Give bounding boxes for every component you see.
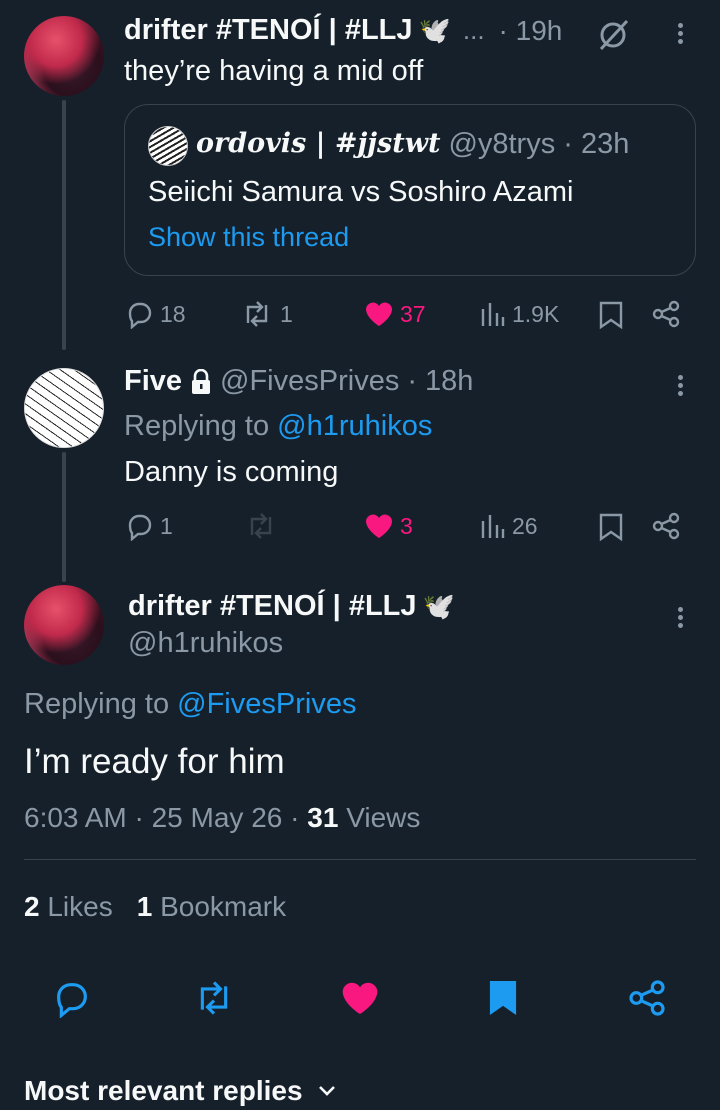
quote-display-name: ordovis | #jjstwt <box>196 128 441 159</box>
repost-icon <box>246 301 268 327</box>
views-button[interactable]: 1.9K <box>480 299 559 329</box>
likes-label: Likes <box>47 891 113 922</box>
bookmarks-stat[interactable]: 1 Bookmark <box>137 891 286 923</box>
lock-icon <box>192 368 211 394</box>
reply-button[interactable]: 1 <box>124 511 173 541</box>
repost-icon <box>250 513 272 539</box>
bookmarks-count: 1 <box>136 891 153 922</box>
tweet-time[interactable]: · 19h <box>499 15 563 47</box>
tweet2-header: Five @FivesPrives · 18h <box>124 365 473 398</box>
divider <box>24 859 696 860</box>
dove-emoji: 🕊️ <box>418 15 451 45</box>
quote-time: · 23h <box>563 128 630 160</box>
reply-count: 18 <box>160 300 186 327</box>
reply-icon[interactable] <box>52 978 92 1018</box>
reply-icon <box>128 514 152 541</box>
more-options-icon[interactable] <box>676 372 684 399</box>
tweet-text: Danny is coming <box>124 456 339 488</box>
timestamp-row: 6:03 AM · 25 May 26 · 31 Views <box>24 802 420 834</box>
heart-filled-icon <box>366 514 392 538</box>
thread-line <box>62 100 66 350</box>
more-options-icon[interactable] <box>676 604 684 631</box>
quote-avatar <box>148 126 188 166</box>
avatar-drifter[interactable] <box>24 16 104 96</box>
display-name[interactable]: drifter #TENOÍ | #LLJ <box>124 14 413 47</box>
likes-stat[interactable]: 2 Likes <box>24 891 113 923</box>
heart-filled-icon <box>366 302 392 326</box>
timestamp[interactable]: 6:03 AM · 25 May 26 · <box>24 802 299 833</box>
replying-prefix: Replying to <box>24 688 170 720</box>
repost-button[interactable] <box>244 511 278 541</box>
tweet-text: they’re having a mid off <box>124 55 424 87</box>
quote-text: Seiichi Samura vs Soshiro Azami <box>148 176 574 208</box>
views-count: 31 <box>307 802 339 833</box>
likes-count: 2 <box>24 891 40 922</box>
repost-button[interactable]: 1 <box>240 299 293 329</box>
display-name[interactable]: Five <box>124 365 182 398</box>
replying-to: Replying to @h1ruhikos <box>124 410 432 443</box>
dove-emoji: 🕊️ <box>422 591 455 621</box>
replying-to-link[interactable]: @h1ruhikos <box>277 410 432 442</box>
bookmarks-label: Bookmark <box>160 891 287 922</box>
show-thread-link[interactable]: Show this thread <box>148 222 349 253</box>
avatar-five[interactable] <box>24 368 104 448</box>
replying-prefix: Replying to <box>124 410 270 442</box>
avatar-drifter[interactable] <box>24 585 104 665</box>
bookmark-icon[interactable] <box>598 300 624 330</box>
more-options-icon[interactable] <box>676 20 684 47</box>
like-count: 37 <box>400 300 426 327</box>
sort-label: Most relevant replies <box>24 1075 303 1106</box>
name-truncation: ... <box>462 15 485 45</box>
quote-header: ordovis | #jjstwt @y8trys · 23h <box>196 128 629 161</box>
thread-line <box>62 452 66 582</box>
reply-icon <box>128 302 152 329</box>
like-count: 3 <box>400 512 413 539</box>
reply-count: 1 <box>160 512 173 539</box>
views-button[interactable]: 26 <box>480 511 538 541</box>
handle[interactable]: @h1ruhikos <box>128 627 283 660</box>
repost-icon[interactable] <box>192 978 236 1018</box>
replying-to-link[interactable]: @FivesPrives <box>177 688 356 720</box>
reply-button[interactable]: 18 <box>124 299 186 329</box>
chevron-down-icon <box>318 1086 335 1096</box>
views-label: Views <box>346 802 421 833</box>
display-name[interactable]: drifter #TENOÍ | #LLJ <box>128 590 417 623</box>
tweet1-header: drifter #TENOÍ | #LLJ 🕊️ ... · 19h <box>124 14 562 47</box>
bookmark-icon[interactable] <box>598 512 624 542</box>
tweet-time[interactable]: · 18h <box>407 365 473 398</box>
share-icon[interactable] <box>652 511 680 541</box>
share-icon[interactable] <box>628 978 666 1018</box>
views-count: 1.9K <box>512 300 560 327</box>
muted-icon[interactable] <box>596 18 630 52</box>
bookmark-filled-icon[interactable] <box>486 978 520 1018</box>
share-icon[interactable] <box>652 299 680 329</box>
handle[interactable]: @FivesPrives <box>220 365 399 398</box>
analytics-icon <box>481 303 505 326</box>
views-count: 26 <box>512 512 538 539</box>
sort-replies-toggle[interactable]: Most relevant replies <box>24 1075 337 1107</box>
replying-to: Replying to @FivesPrives <box>24 688 356 721</box>
repost-count: 1 <box>280 300 293 327</box>
like-button[interactable]: 3 <box>364 511 413 541</box>
like-button[interactable]: 37 <box>364 299 426 329</box>
quote-handle: @y8trys <box>448 128 556 160</box>
main-tweet-text: I’m ready for him <box>24 742 285 781</box>
heart-filled-icon[interactable] <box>340 978 380 1018</box>
analytics-icon <box>481 515 505 538</box>
main-header: drifter #TENOÍ | #LLJ 🕊️ <box>128 590 455 623</box>
engagement-stats: 2 Likes 1 Bookmark <box>24 891 286 923</box>
